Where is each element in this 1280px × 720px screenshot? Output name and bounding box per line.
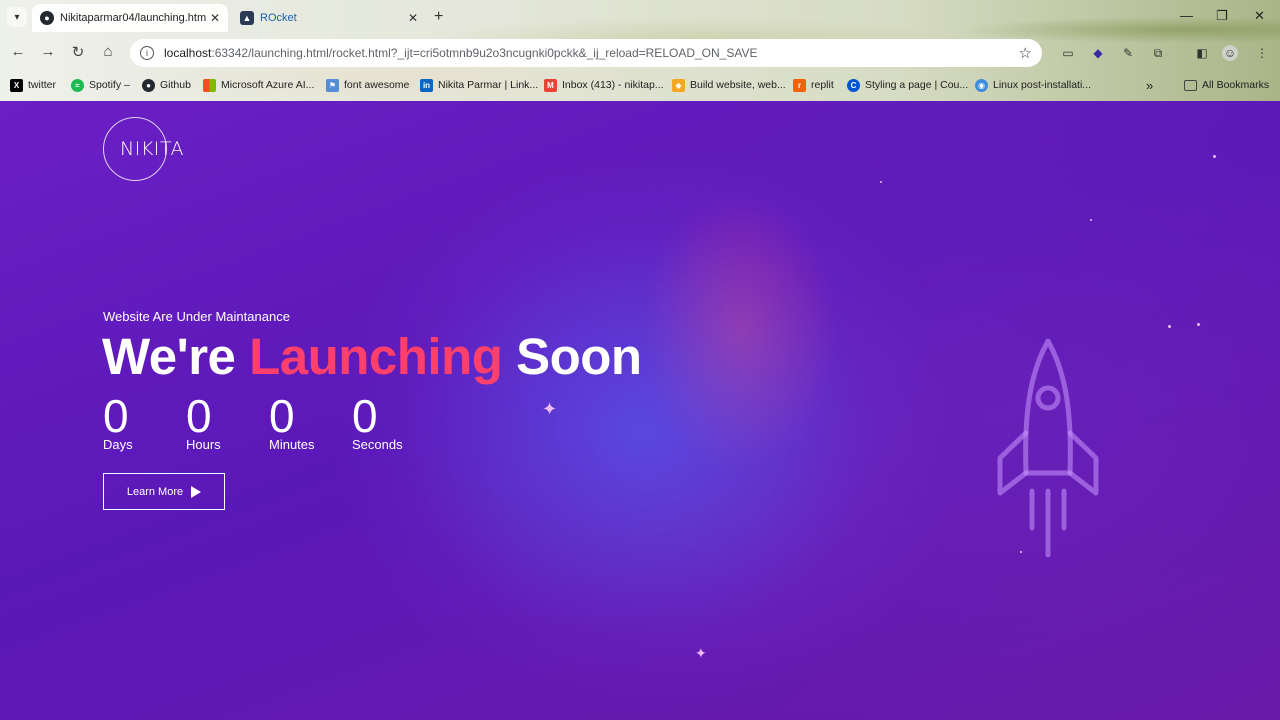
- bookmark-label: Inbox (413) - nikitap...: [562, 79, 664, 91]
- address-bar[interactable]: i localhost:63342/launching.html/rocket.…: [130, 39, 1042, 67]
- countdown-value: 0: [103, 390, 129, 442]
- bookmark-builder[interactable]: ◆ Build website, web...: [672, 76, 786, 94]
- star-decoration: [1168, 325, 1171, 328]
- cast-icon[interactable]: ▭: [1060, 45, 1076, 61]
- logo-text: NIKITA: [120, 138, 185, 160]
- replit-icon: r: [793, 78, 806, 92]
- star-decoration: [1213, 155, 1216, 158]
- sparkle-decoration: ✦: [695, 645, 707, 661]
- bookmark-azure[interactable]: Microsoft Azure AI...: [203, 76, 314, 94]
- countdown-label: Minutes: [269, 437, 315, 452]
- headline-part-1: We're: [102, 328, 250, 385]
- builder-icon: ◆: [672, 78, 685, 92]
- countdown-value: 0: [186, 390, 212, 442]
- spotify-icon: ≈: [71, 78, 84, 92]
- countdown-label: Days: [103, 437, 133, 452]
- pen-icon[interactable]: ✎: [1120, 45, 1136, 61]
- countdown-label: Hours: [186, 437, 221, 452]
- bookmark-star-icon[interactable]: ☆: [1019, 44, 1032, 62]
- x-icon: X: [10, 78, 23, 92]
- bookmark-label: twitter: [28, 79, 57, 91]
- bookmark-github[interactable]: ● Github: [142, 76, 191, 94]
- tab-rocket[interactable]: ▲ ROcket ✕: [232, 4, 426, 32]
- extensions-puzzle-icon[interactable]: ⧉: [1150, 45, 1166, 61]
- learn-more-button[interactable]: Learn More: [103, 473, 225, 510]
- restore-icon[interactable]: ❐: [1216, 8, 1228, 24]
- sparkle-decoration: ✦: [542, 399, 558, 419]
- reload-icon[interactable]: ↻: [68, 43, 88, 61]
- bookmark-label: Nikita Parmar | Link...: [438, 79, 539, 91]
- bookmark-gmail[interactable]: M Inbox (413) - nikitap...: [544, 76, 664, 94]
- headline-accent: Launching: [249, 328, 503, 385]
- github-icon: ●: [142, 78, 155, 92]
- profile-avatar[interactable]: ☺: [1222, 45, 1238, 61]
- menu-kebab-icon[interactable]: ⋮: [1254, 45, 1270, 61]
- learn-more-label: Learn More: [126, 485, 184, 498]
- bookmark-label: Spotify –: [89, 79, 130, 91]
- bookmark-label: Styling a page | Cou...: [865, 79, 969, 91]
- globe-icon: ◉: [975, 78, 988, 92]
- bookmark-label: font awesome: [344, 79, 410, 91]
- forward-icon[interactable]: →: [38, 43, 58, 60]
- url-text[interactable]: localhost:63342/launching.html/rocket.ht…: [164, 46, 1019, 60]
- bookmark-label: replit: [811, 79, 834, 91]
- headline-part-2: Soon: [502, 328, 642, 385]
- close-tab-icon[interactable]: ✕: [408, 11, 418, 25]
- countdown-label: Seconds: [352, 437, 403, 452]
- tab-launching[interactable]: ● Nikitaparmar04/launching.html ✕: [32, 4, 228, 32]
- linkedin-icon: in: [420, 78, 433, 92]
- countdown-value: 0: [269, 390, 295, 442]
- rocket-icon: [997, 338, 1099, 558]
- tab-search-button[interactable]: ▾: [7, 7, 27, 27]
- page-headline: We're Launching Soon: [102, 327, 642, 386]
- bookmark-coursera[interactable]: C Styling a page | Cou...: [847, 76, 968, 94]
- new-tab-icon[interactable]: +: [434, 8, 443, 26]
- toolbar: ← → ↻ ⌂ i localhost:63342/launching.html…: [0, 37, 1280, 69]
- maintenance-subtitle: Website Are Under Maintanance: [103, 309, 290, 324]
- close-tab-icon[interactable]: ✕: [210, 11, 220, 25]
- tab-strip: ▾ ● Nikitaparmar04/launching.html ✕ ▲ RO…: [0, 0, 1280, 36]
- close-window-icon[interactable]: ✕: [1254, 8, 1265, 24]
- countdown-hours: 0 Hours: [186, 393, 221, 452]
- countdown-value: 0: [352, 390, 378, 442]
- extension-icon[interactable]: ◆: [1090, 45, 1106, 61]
- minimize-icon[interactable]: —: [1180, 8, 1193, 23]
- bookmark-spotify[interactable]: ≈ Spotify –: [71, 76, 130, 94]
- bookmark-twitter[interactable]: X twitter: [10, 76, 56, 94]
- microsoft-icon: [203, 78, 216, 92]
- more-bookmarks-icon[interactable]: »: [1146, 76, 1153, 94]
- side-panel-icon[interactable]: ◧: [1194, 45, 1210, 61]
- tab-title: Nikitaparmar04/launching.html: [60, 12, 206, 24]
- countdown-minutes: 0 Minutes: [269, 393, 315, 452]
- bookmark-replit[interactable]: r replit: [793, 76, 834, 94]
- bookmark-font-awesome[interactable]: ⚑ font awesome: [326, 76, 409, 94]
- rocket-favicon-icon: ▲: [240, 11, 254, 25]
- bookmark-label: Build website, web...: [690, 79, 786, 91]
- home-icon[interactable]: ⌂: [98, 43, 118, 60]
- all-bookmarks[interactable]: All Bookmarks: [1184, 76, 1269, 94]
- play-icon: [191, 485, 202, 498]
- bookmarks-bar: X twitter ≈ Spotify – ● Github Microsoft…: [0, 73, 1280, 97]
- star-decoration: [1090, 219, 1092, 221]
- bookmark-linux[interactable]: ◉ Linux post-installati...: [975, 76, 1091, 94]
- site-info-icon[interactable]: i: [140, 46, 154, 60]
- bookmark-linkedin[interactable]: in Nikita Parmar | Link...: [420, 76, 538, 94]
- folder-icon: [1184, 79, 1197, 91]
- bookmark-label: Microsoft Azure AI...: [221, 79, 315, 91]
- bookmark-label: Github: [160, 79, 191, 91]
- countdown-days: 0 Days: [103, 393, 133, 452]
- all-bookmarks-label: All Bookmarks: [1202, 79, 1270, 91]
- github-icon: ●: [40, 11, 54, 25]
- star-decoration: [880, 181, 882, 183]
- gmail-icon: M: [544, 78, 557, 92]
- launch-page: ✦ ✦ NIKITA Website Are Under Maintanance…: [0, 101, 1280, 720]
- star-decoration: [1197, 323, 1200, 326]
- tab-title: ROcket: [260, 12, 297, 24]
- back-icon[interactable]: ←: [8, 43, 28, 60]
- countdown-seconds: 0 Seconds: [352, 393, 403, 452]
- bookmark-label: Linux post-installati...: [993, 79, 1092, 91]
- flag-icon: ⚑: [326, 78, 339, 92]
- browser-chrome: ▾ ● Nikitaparmar04/launching.html ✕ ▲ RO…: [0, 0, 1280, 101]
- coursera-icon: C: [847, 78, 860, 92]
